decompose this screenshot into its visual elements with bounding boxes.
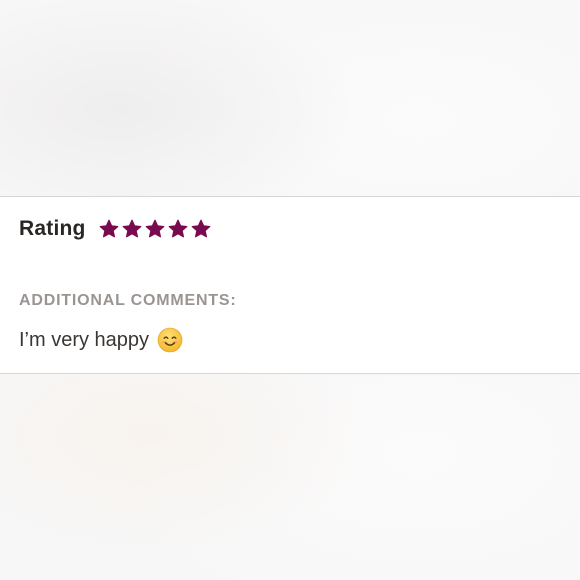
comment-text: I’m very happy bbox=[19, 328, 150, 351]
rating-row: Rating bbox=[19, 217, 211, 241]
star-icon bbox=[191, 219, 211, 239]
comment-row: I’m very happy bbox=[19, 327, 183, 353]
additional-comments-heading: ADDITIONAL COMMENTS: bbox=[19, 292, 237, 309]
star-icon bbox=[122, 219, 142, 239]
smiling-face-emoji-icon bbox=[157, 327, 183, 353]
star-rating bbox=[99, 219, 211, 239]
star-icon bbox=[168, 219, 188, 239]
rating-label: Rating bbox=[19, 217, 86, 240]
star-icon bbox=[145, 219, 165, 239]
blurred-background-bottom bbox=[0, 375, 580, 580]
blurred-background-top bbox=[0, 0, 580, 196]
star-icon bbox=[99, 219, 119, 239]
review-card: Rating ADDITIONAL COMMENTS: I’m very hap… bbox=[0, 196, 580, 374]
